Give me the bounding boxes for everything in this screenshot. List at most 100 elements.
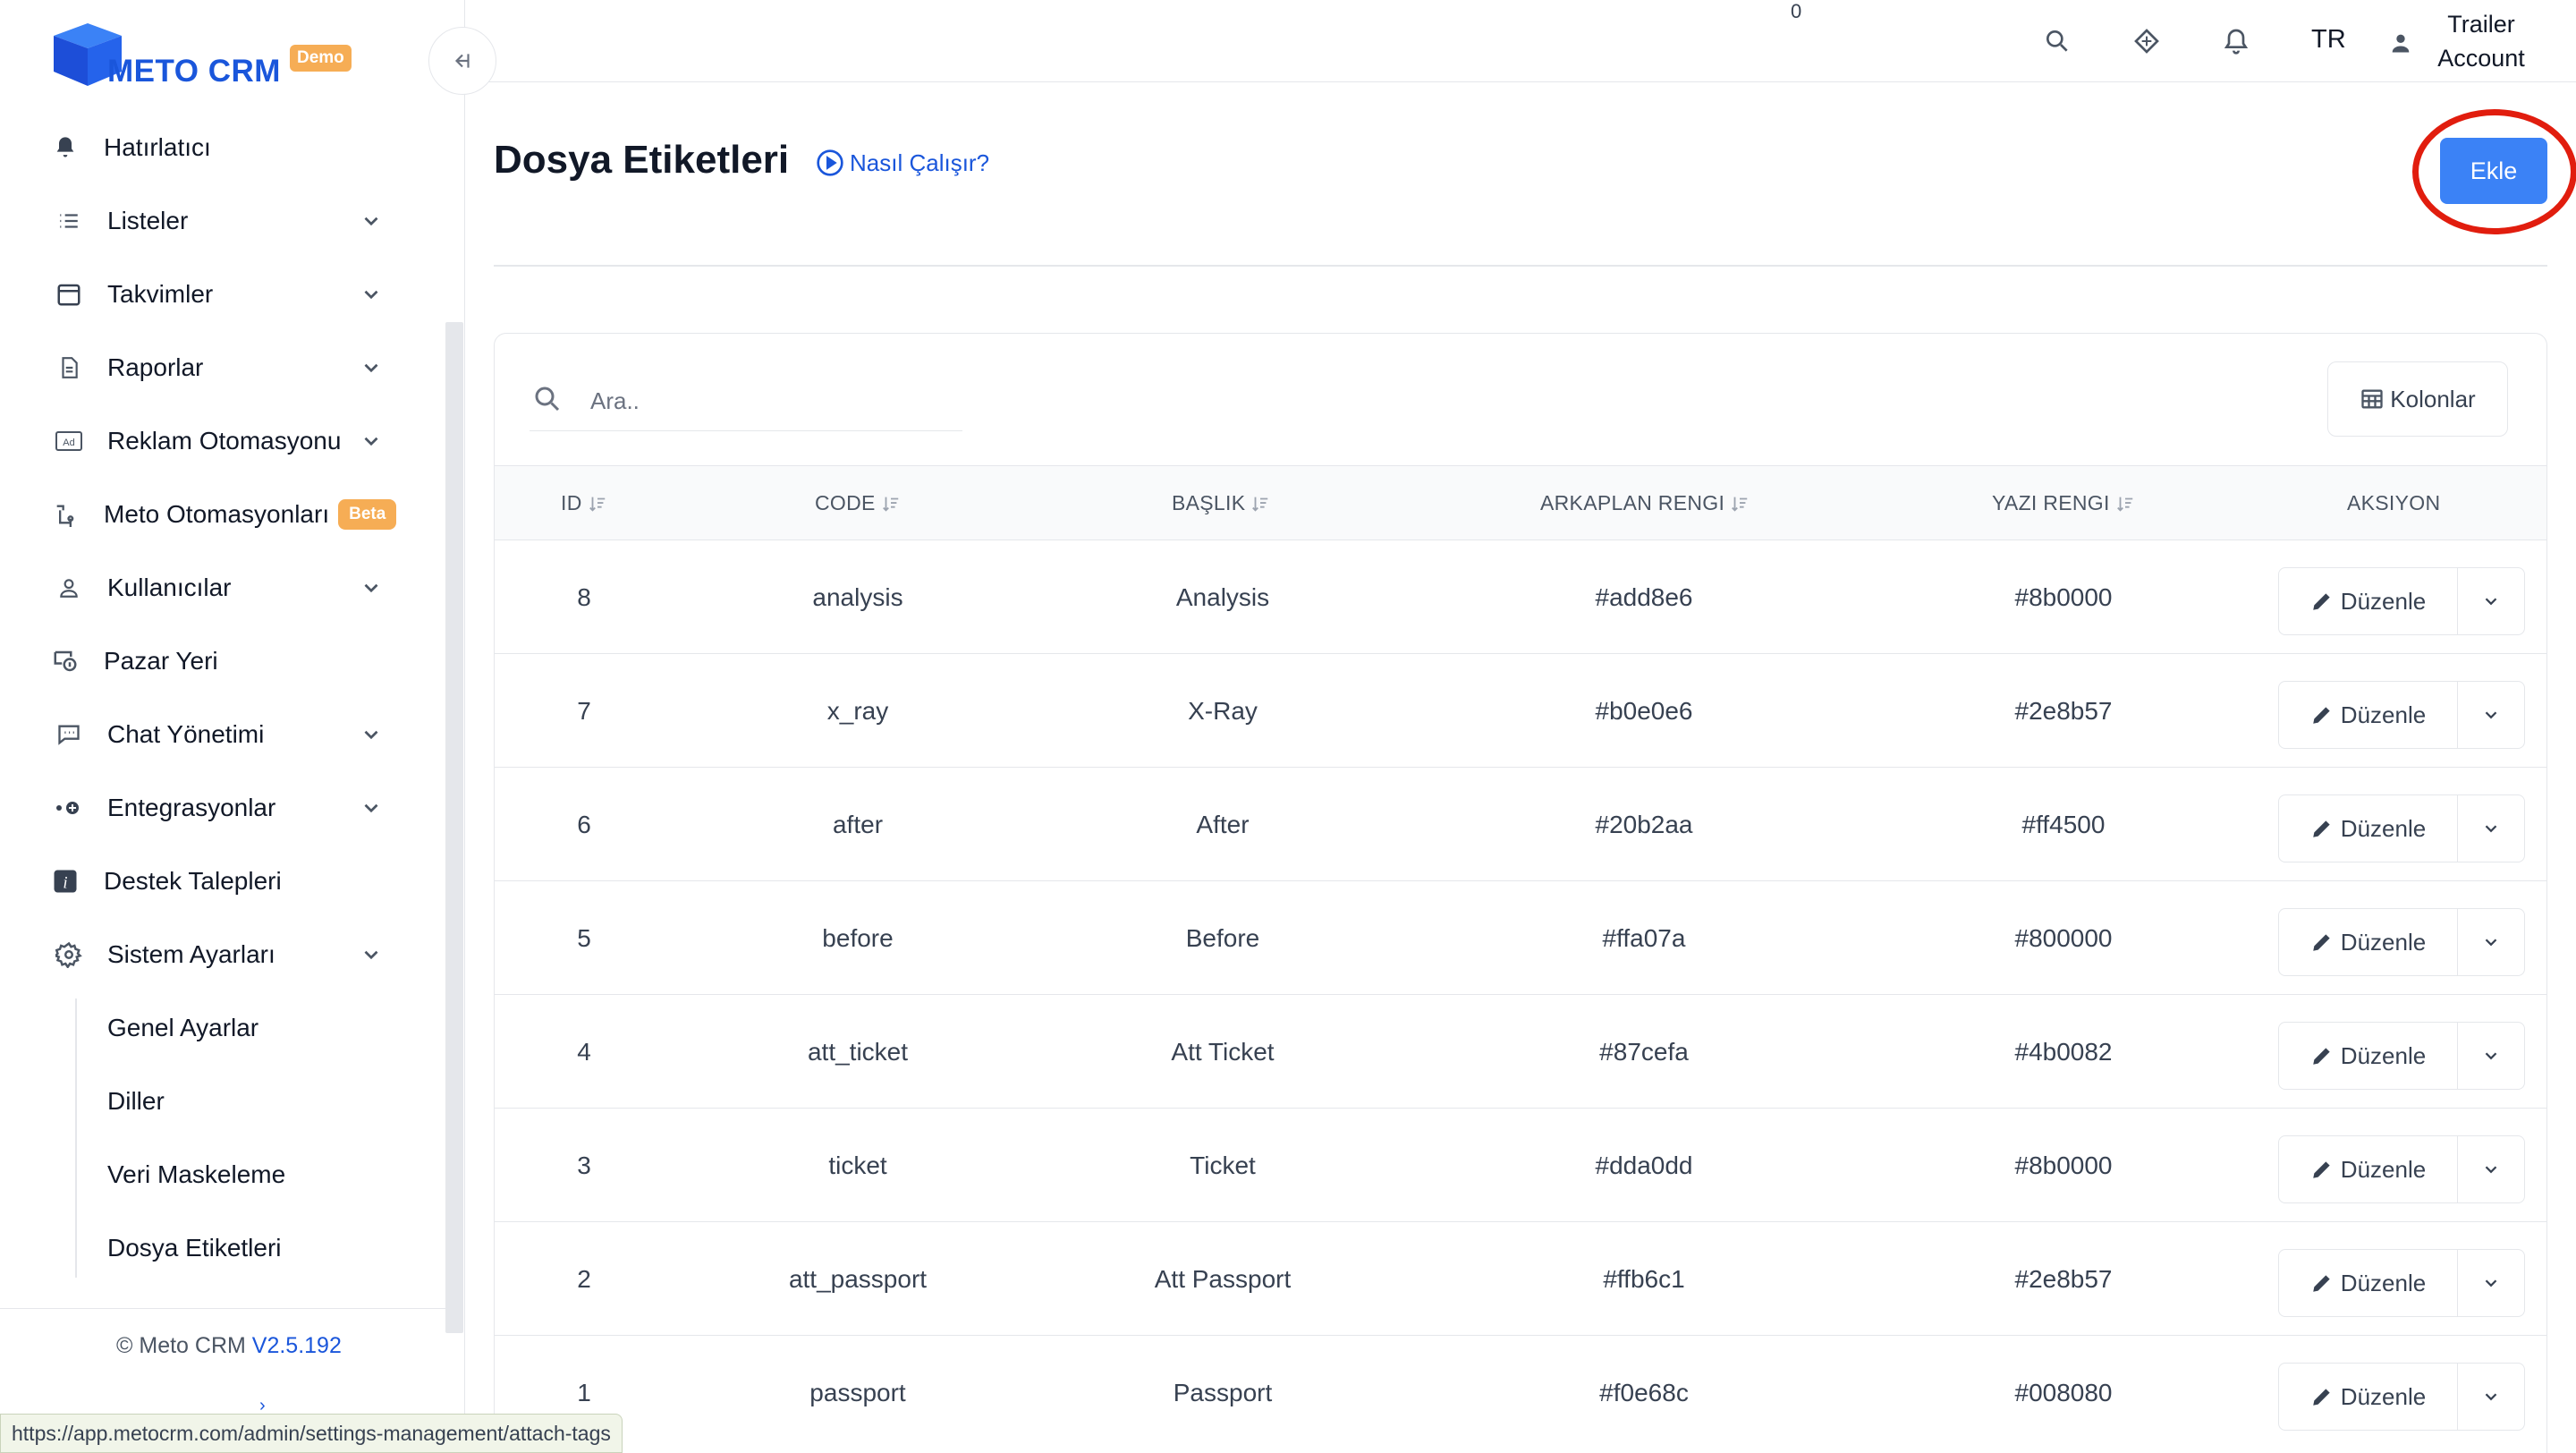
sidebar-item-kullanicilar[interactable]: Kullanıcılar <box>0 551 447 625</box>
report-icon <box>54 353 84 383</box>
sidebar-item-entegrasyonlar[interactable]: Entegrasyonlar <box>0 771 447 845</box>
chevron-down-icon <box>364 950 378 960</box>
th-label: AKSIYON <box>2347 491 2441 514</box>
cell-code: analysis <box>812 583 903 611</box>
account-name-line2: Account <box>2437 45 2525 72</box>
cell-bg-color: #dda0dd <box>1595 1151 1693 1179</box>
integrations-diamond-icon[interactable] <box>2129 23 2165 59</box>
cell-code: ticket <box>828 1151 887 1179</box>
sidebar-item-reklam-otomasyonu[interactable]: Ad Reklam Otomasyonu <box>0 404 447 478</box>
edit-button[interactable]: Düzenle <box>2279 1250 2458 1316</box>
cell-code: att_ticket <box>807 1038 909 1066</box>
cell-fg-color: #8b0000 <box>2014 1151 2113 1179</box>
sidebar-item-label: Reklam Otomasyonu <box>107 427 342 455</box>
edit-button[interactable]: Düzenle <box>2279 795 2458 862</box>
row-dropdown-button[interactable] <box>2458 795 2524 862</box>
row-actions: Düzenle <box>2278 1135 2525 1203</box>
th-baslik[interactable]: BAŞLIK <box>1172 491 1270 515</box>
sidebar-item-label: Destek Talepleri <box>104 867 282 895</box>
edit-label: Düzenle <box>2340 587 2427 615</box>
sidebar-item-label: Meto Otomasyonları <box>104 500 330 528</box>
logo[interactable]: METO CRM Demo <box>48 18 388 98</box>
how-it-works-link[interactable]: Nasıl Çalışır? <box>816 149 989 177</box>
edit-button[interactable]: Düzenle <box>2279 568 2458 634</box>
edit-button[interactable]: Düzenle <box>2279 1023 2458 1089</box>
cell-title: Before <box>1185 924 1260 952</box>
marketplace-icon <box>50 646 80 676</box>
th-label: ID <box>561 491 582 514</box>
sidebar-subitem-dosya-etiketleri[interactable]: Dosya Etiketleri <box>0 1211 447 1285</box>
sidebar-item-raporlar[interactable]: Raporlar <box>0 331 447 404</box>
row-actions: Düzenle <box>2278 567 2525 635</box>
th-yazi-rengi[interactable]: YAZI RENGI <box>1992 491 2135 515</box>
chevron-down-icon <box>2485 825 2497 833</box>
chevron-down-icon <box>364 363 378 373</box>
sidebar-item-pazar-yeri[interactable]: Pazar Yeri <box>0 625 447 698</box>
sidebar-item-label: Entegrasyonlar <box>107 794 276 821</box>
sidebar-item-label: Raporlar <box>107 353 204 381</box>
th-code[interactable]: CODE <box>815 491 901 515</box>
version-link[interactable]: V2.5.192 <box>252 1333 342 1358</box>
row-dropdown-button[interactable] <box>2458 1136 2524 1202</box>
sidebar-item-hatirlatici[interactable]: Hatırlatıcı <box>0 111 447 184</box>
sidebar-scrollbar[interactable] <box>445 322 463 1333</box>
account-name: Trailer Account <box>2419 7 2544 75</box>
sidebar-item-sistem-ayarlari[interactable]: Sistem Ayarları <box>0 918 447 991</box>
pencil-icon <box>2313 934 2330 951</box>
sidebar-subitem-genel-ayarlar[interactable]: Genel Ayarlar <box>0 991 447 1065</box>
sort-icon <box>589 497 605 512</box>
row-dropdown-button[interactable] <box>2458 1023 2524 1089</box>
cell-id: 3 <box>577 1151 591 1179</box>
sidebar-item-listeler[interactable]: Listeler <box>0 184 447 258</box>
sidebar-item-label: Sistem Ayarları <box>107 940 275 968</box>
cell-fg-color: #2e8b57 <box>2014 697 2113 725</box>
chevron-down-icon <box>364 437 378 446</box>
pencil-icon <box>2313 707 2330 724</box>
row-dropdown-button[interactable] <box>2458 682 2524 748</box>
columns-button[interactable]: Kolonlar <box>2327 361 2508 437</box>
sidebar-item-destek-talepleri[interactable]: i Destek Talepleri <box>0 845 447 918</box>
cell-fg-color: #8b0000 <box>2014 583 2113 611</box>
th-aksiyon: AKSIYON <box>2347 491 2440 515</box>
cell-fg-color: #008080 <box>2014 1379 2113 1406</box>
add-button[interactable]: Ekle <box>2440 138 2547 204</box>
edit-button[interactable]: Düzenle <box>2279 1364 2458 1430</box>
edit-button[interactable]: Düzenle <box>2279 682 2458 748</box>
row-dropdown-button[interactable] <box>2458 568 2524 634</box>
chevron-down-icon <box>364 803 378 813</box>
sidebar-item-chat-yonetimi[interactable]: Chat Yönetimi <box>0 698 447 771</box>
language-selector[interactable]: TR <box>2311 25 2346 55</box>
sidebar-item-label: Pazar Yeri <box>104 647 218 675</box>
cell-bg-color: #ffb6c1 <box>1603 1265 1685 1293</box>
row-dropdown-button[interactable] <box>2458 1364 2524 1430</box>
account-menu[interactable]: Trailer Account <box>2383 5 2544 77</box>
cell-code: passport <box>809 1379 906 1406</box>
cell-bg-color: #20b2aa <box>1595 811 1693 838</box>
sort-icon <box>2116 497 2132 512</box>
cell-title: Passport <box>1173 1379 1273 1406</box>
submenu-divider <box>75 998 77 1278</box>
th-arkaplan-rengi[interactable]: ARKAPLAN RENGI <box>1540 491 1750 515</box>
chevron-down-icon <box>2485 1052 2497 1060</box>
edit-button[interactable]: Düzenle <box>2279 1136 2458 1202</box>
collapse-sidebar-button[interactable] <box>428 27 496 95</box>
sidebar-item-label: Takvimler <box>107 280 214 308</box>
row-dropdown-button[interactable] <box>2458 909 2524 975</box>
th-id[interactable]: ID <box>561 491 607 515</box>
edit-button[interactable]: Düzenle <box>2279 909 2458 975</box>
th-label: YAZI RENGI <box>1992 491 2110 514</box>
sidebar-subitem-veri-maskeleme[interactable]: Veri Maskeleme <box>0 1138 447 1211</box>
search-input[interactable] <box>590 383 948 419</box>
notification-bell-icon[interactable] <box>2218 23 2254 59</box>
search-icon[interactable] <box>2039 23 2075 59</box>
sidebar-item-takvimler[interactable]: Takvimler <box>0 258 447 331</box>
cell-id: 2 <box>577 1265 591 1293</box>
sidebar-item-label: Chat Yönetimi <box>107 720 265 748</box>
user-icon <box>54 573 84 603</box>
sidebar-nav: Hatırlatıcı Listeler Takvimler Raporlar <box>0 111 447 1285</box>
sort-icon <box>1732 497 1748 512</box>
row-dropdown-button[interactable] <box>2458 1250 2524 1316</box>
sidebar-item-meto-otomasyonlari[interactable]: Meto Otomasyonları Beta <box>0 478 447 551</box>
topbar <box>465 0 2576 82</box>
sidebar-subitem-diller[interactable]: Diller <box>0 1065 447 1138</box>
